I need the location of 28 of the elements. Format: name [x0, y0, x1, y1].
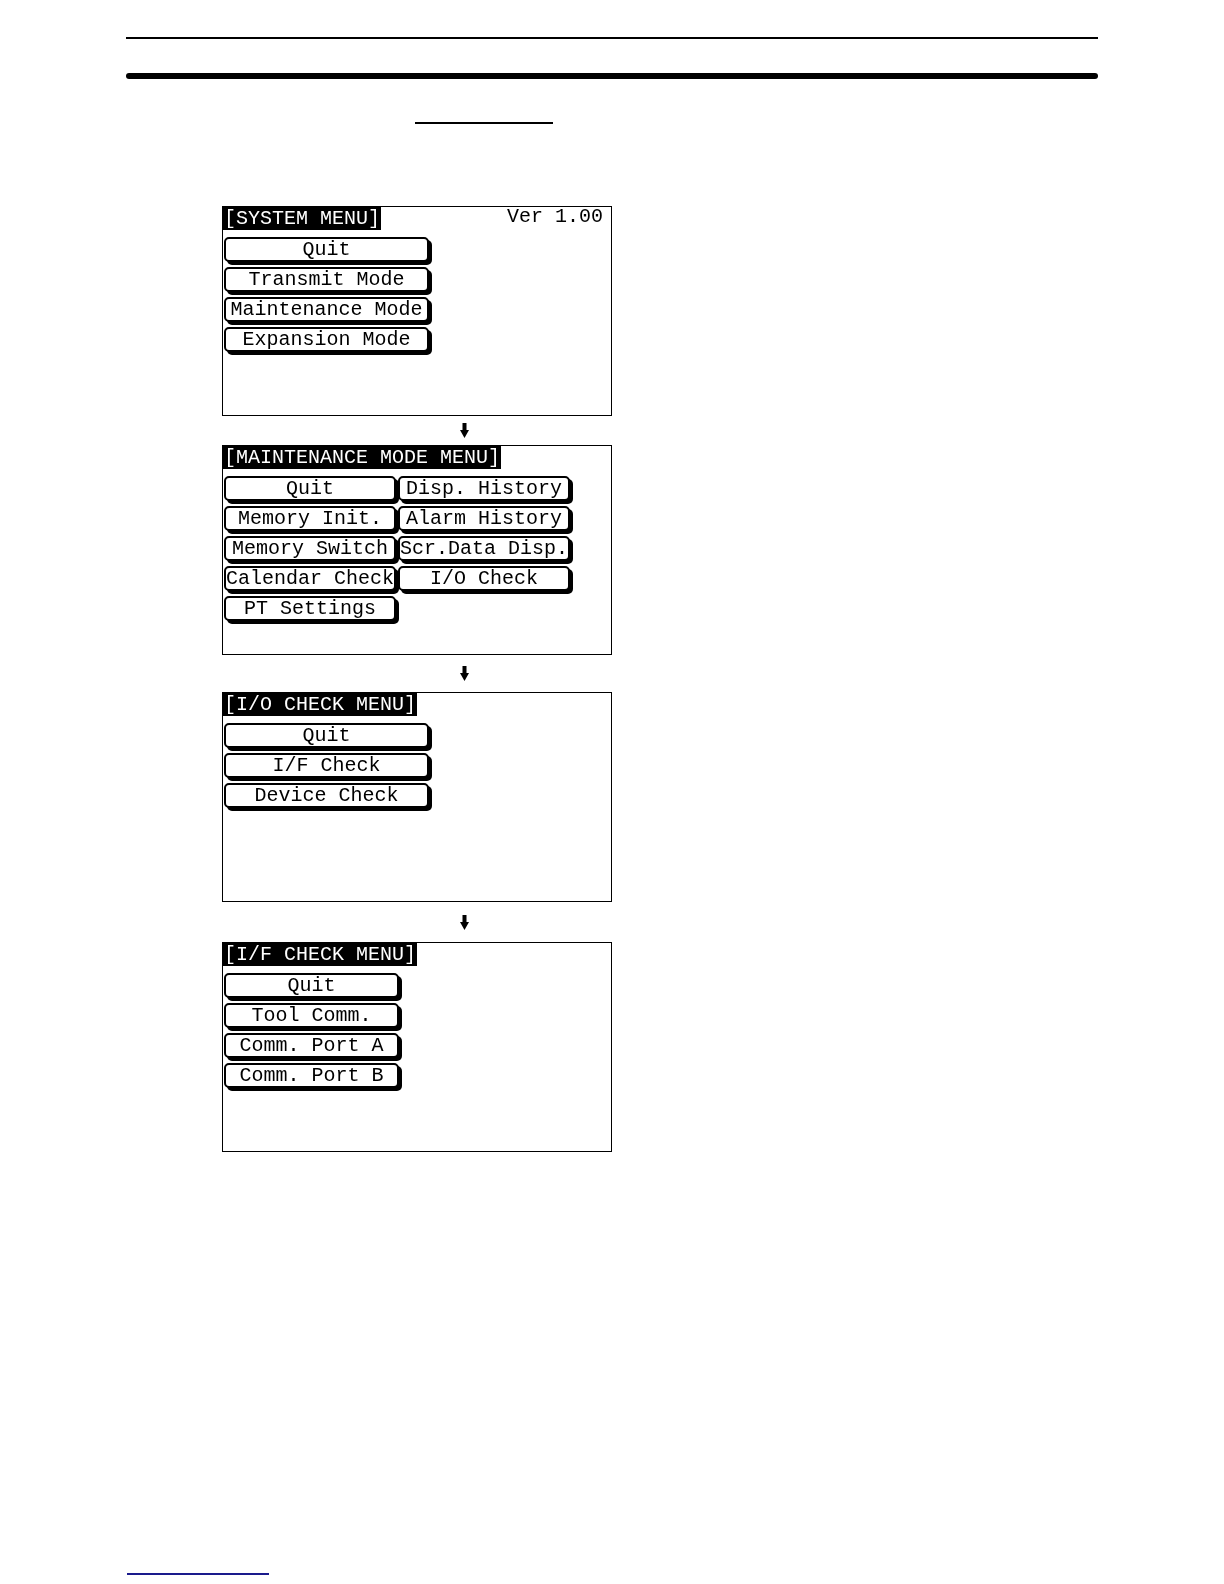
- menu-button[interactable]: Alarm History: [398, 506, 570, 531]
- down-arrow-icon: [460, 423, 469, 438]
- down-arrow-icon: [460, 666, 469, 681]
- menu-button[interactable]: Disp. History: [398, 476, 570, 501]
- menu-button[interactable]: Quit: [224, 973, 399, 998]
- menu-button[interactable]: Transmit Mode: [224, 267, 429, 292]
- menu-button[interactable]: Scr.Data Disp.: [398, 536, 570, 561]
- menu-button[interactable]: Tool Comm.: [224, 1003, 399, 1028]
- menu-button[interactable]: Expansion Mode: [224, 327, 429, 352]
- menu-button[interactable]: Quit: [224, 237, 429, 262]
- menu-button[interactable]: Comm. Port A: [224, 1033, 399, 1058]
- menu-button[interactable]: Quit: [224, 723, 429, 748]
- menu-button[interactable]: PT Settings: [224, 596, 396, 621]
- menu-button[interactable]: Quit: [224, 476, 396, 501]
- menu-button[interactable]: Calendar Check: [224, 566, 396, 591]
- menu-title: [SYSTEM MENU]: [223, 207, 382, 230]
- menu-button[interactable]: Maintenance Mode: [224, 297, 429, 322]
- menu-button[interactable]: Memory Switch: [224, 536, 396, 561]
- down-arrow-icon: [460, 914, 469, 930]
- menu-title: [I/F CHECK MENU]: [223, 943, 418, 966]
- menu-title: [MAINTENANCE MODE MENU]: [223, 446, 502, 469]
- menu-button[interactable]: Comm. Port B: [224, 1063, 399, 1088]
- menu-button[interactable]: I/F Check: [224, 753, 429, 778]
- version-label: Ver 1.00: [507, 207, 603, 227]
- menu-button[interactable]: I/O Check: [398, 566, 570, 591]
- menu-button[interactable]: Memory Init.: [224, 506, 396, 531]
- menu-title: [I/O CHECK MENU]: [223, 693, 418, 716]
- menu-button[interactable]: Device Check: [224, 783, 429, 808]
